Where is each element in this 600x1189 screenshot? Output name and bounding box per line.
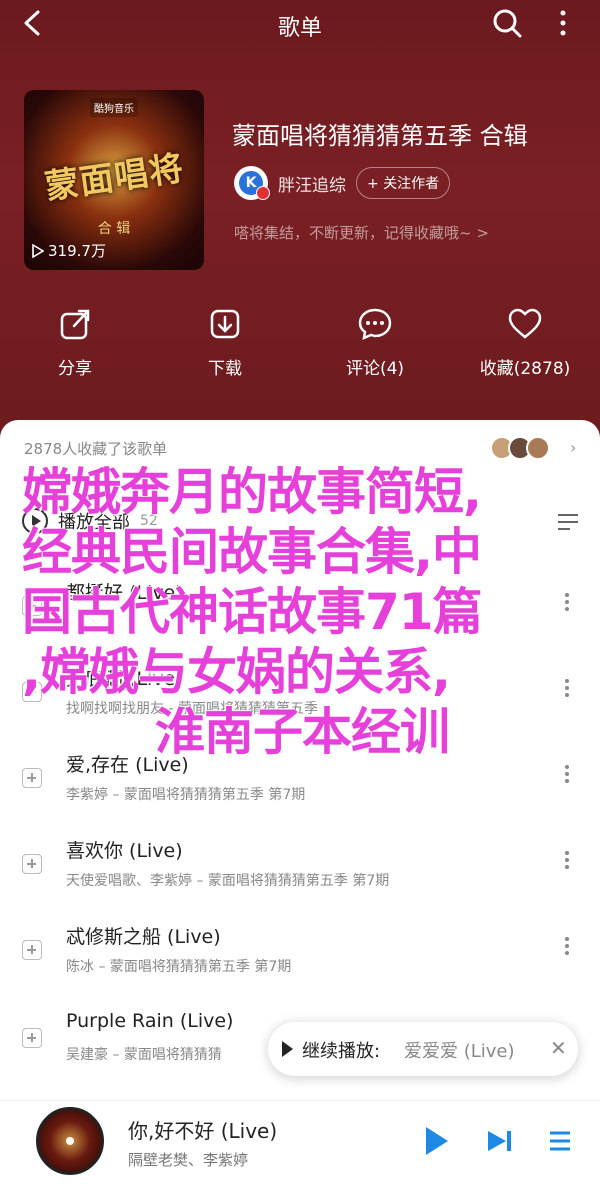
album-disc[interactable] <box>36 1107 104 1175</box>
follow-author-button[interactable]: + 关注作者 <box>356 167 451 199</box>
next-track-icon[interactable] <box>486 1129 514 1153</box>
song-more-icon[interactable] <box>562 934 572 962</box>
close-icon[interactable]: ✕ <box>550 1036 567 1060</box>
share-action[interactable]: 分享 <box>0 300 150 379</box>
favorite-label: 收藏(2878) <box>479 359 571 379</box>
song-title: 喜欢你 (Live) <box>66 840 183 862</box>
download-label: 下载 <box>208 359 242 379</box>
download-icon <box>210 309 240 339</box>
playlist-description[interactable]: 嗒将集结，不断更新，记得收藏哦~ > <box>234 222 489 243</box>
author-name[interactable]: 胖汪追综 <box>278 171 346 196</box>
play-count-value: 319.7万 <box>48 242 106 260</box>
author-row: K 胖汪追综 + 关注作者 <box>234 166 451 200</box>
song-subtitle: 天使爱唱歌、李紫婷 – 蒙面唱将猜猜猜第五季 第7期 <box>66 873 390 889</box>
playlist-queue-icon[interactable] <box>548 1127 572 1155</box>
play-button-icon[interactable] <box>426 1127 448 1155</box>
comment-label: 评论(4) <box>345 359 405 379</box>
download-action[interactable]: 下载 <box>150 300 300 379</box>
song-row[interactable]: 忒修斯之船 (Live) 陈冰 – 蒙面唱将猜猜猜第五季 第7期 <box>0 904 600 990</box>
comment-icon <box>358 308 392 341</box>
mini-player[interactable]: 你,好不好 (Live) 隔壁老樊、李紫婷 <box>0 1100 600 1189</box>
play-icon <box>282 1041 293 1057</box>
share-label: 分享 <box>58 359 92 379</box>
overlay-line: ,嫦娥与女娲的关系, <box>22 643 451 701</box>
search-icon[interactable] <box>490 6 524 40</box>
chevron-right-icon[interactable]: › <box>570 438 576 457</box>
top-bar: 歌单 <box>0 0 600 50</box>
now-playing-title: 你,好不好 (Live) <box>128 1119 278 1143</box>
song-subtitle: 李紫婷 – 蒙面唱将猜猜猜第五季 第7期 <box>66 787 306 803</box>
add-song-icon[interactable] <box>22 854 42 874</box>
overlay-banner-text: 嫦娥奔月的故事简短, 经典民间故事合集,中 国古代神话故事71篇 ,嫦娥与女娲的… <box>22 462 582 762</box>
add-song-icon[interactable] <box>22 768 42 788</box>
more-vertical-icon[interactable] <box>548 6 578 40</box>
song-title: Purple Rain (Live) <box>66 1010 234 1032</box>
cover-brand: 酷狗音乐 <box>90 98 138 117</box>
collect-count[interactable]: 2878人收藏了该歌单 <box>24 438 167 459</box>
overlay-line: 国古代神话故事71篇 <box>22 583 483 641</box>
overlay-line: 嫦娥奔月的故事简短, <box>22 463 482 521</box>
heart-icon <box>508 308 542 339</box>
add-song-icon[interactable] <box>22 1028 42 1048</box>
share-icon <box>60 309 90 340</box>
favorite-action[interactable]: 收藏(2878) <box>450 300 600 379</box>
author-avatar[interactable]: K <box>234 166 270 200</box>
action-bar: 分享 下载 评论(4) 收藏(2878) <box>0 300 600 390</box>
song-subtitle: 吴建豪 – 蒙面唱将猜猜猜 <box>66 1047 222 1063</box>
continue-label: 继续播放: <box>302 1041 381 1062</box>
verified-badge-icon <box>256 186 270 200</box>
play-icon <box>32 243 44 258</box>
playlist-title: 蒙面唱将猜猜猜第五季 合辑 <box>232 122 528 150</box>
continue-playing-bar[interactable]: 继续播放: 爱爱爱 (Live) ✕ <box>268 1022 578 1076</box>
overlay-line: 经典民间故事合集,中 <box>22 523 482 581</box>
song-row[interactable]: 喜欢你 (Live) 天使爱唱歌、李紫婷 – 蒙面唱将猜猜猜第五季 第7期 <box>0 818 600 904</box>
playlist-cover[interactable]: 酷狗音乐 蒙面唱将 合 辑 319.7万 <box>24 90 204 270</box>
cover-art-sub: 合 辑 <box>97 221 131 237</box>
add-song-icon[interactable] <box>22 940 42 960</box>
song-more-icon[interactable] <box>562 762 572 790</box>
song-title: 忒修斯之船 (Live) <box>66 926 221 948</box>
play-count: 319.7万 <box>32 240 106 261</box>
cover-art-title: 蒙面唱将 <box>42 148 187 208</box>
continue-song-name: 爱爱爱 (Live) <box>404 1041 515 1062</box>
overlay-line: 淮南子本经训 <box>155 703 450 761</box>
song-more-icon[interactable] <box>562 848 572 876</box>
collector-avatar <box>526 436 550 460</box>
now-playing-artist: 隔壁老樊、李紫婷 <box>128 1151 249 1169</box>
song-subtitle: 陈冰 – 蒙面唱将猜猜猜第五季 第7期 <box>66 959 292 975</box>
comment-action[interactable]: 评论(4) <box>300 300 450 379</box>
collector-avatars[interactable] <box>490 436 550 460</box>
